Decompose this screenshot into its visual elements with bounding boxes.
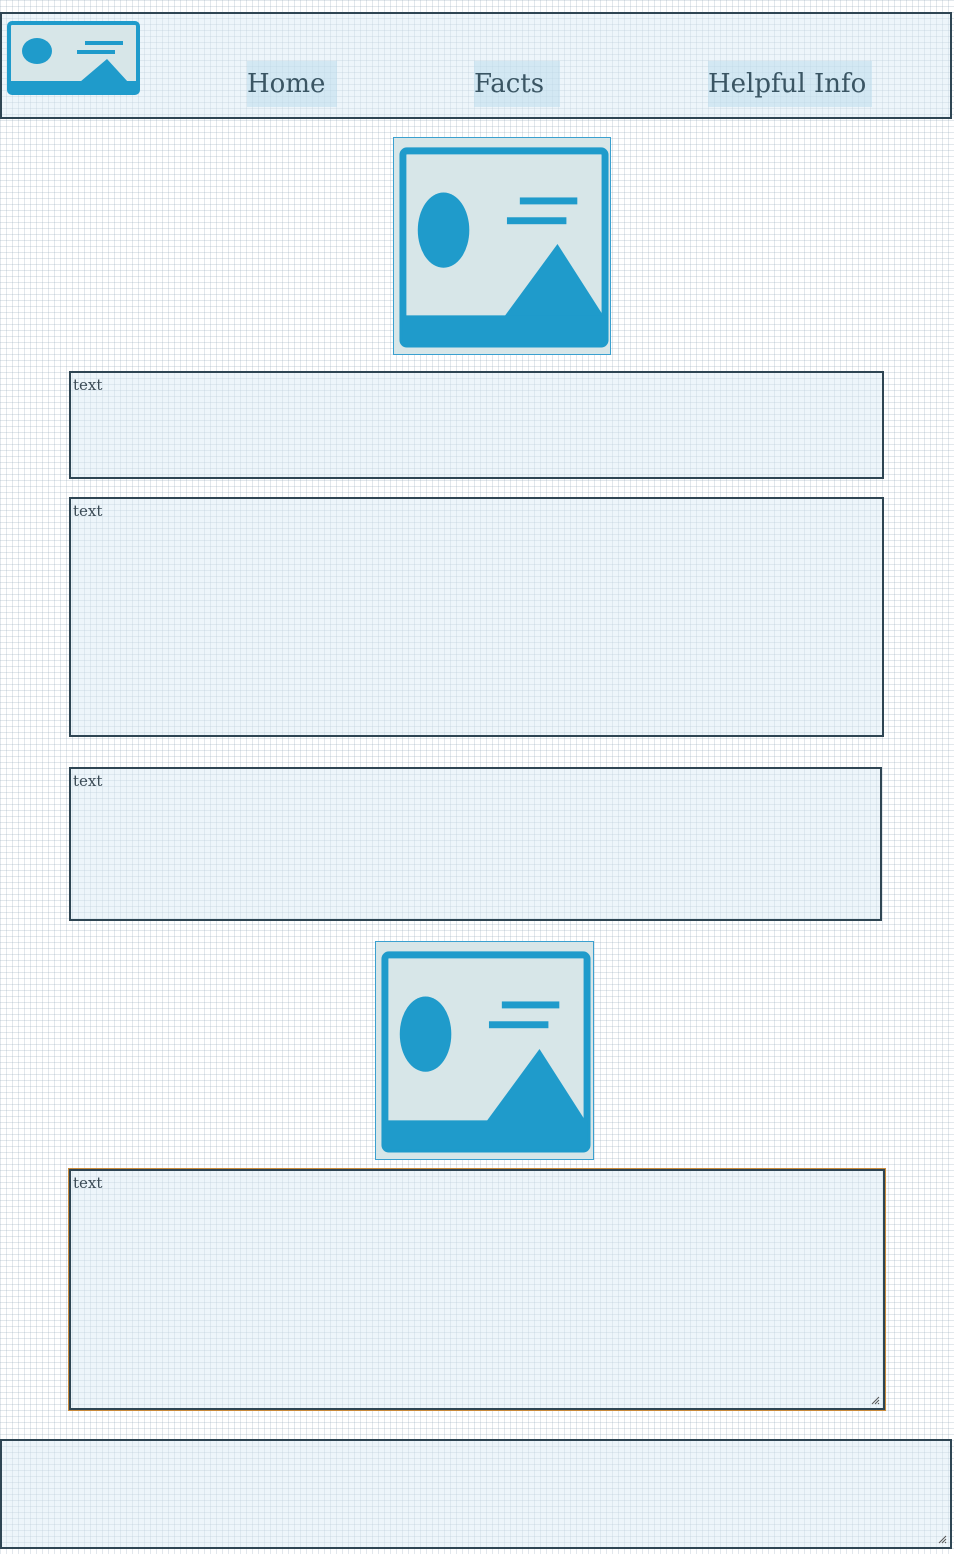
site-footer [0,1439,952,1549]
text-box-3-content: text [73,772,103,790]
resize-handle-icon[interactable] [870,1395,880,1405]
nav-helpful-info[interactable]: Helpful Info [708,61,872,107]
content-image-icon [375,941,594,1160]
text-area[interactable]: text [69,1169,885,1410]
text-box-2[interactable]: text [69,497,884,737]
hero-image-icon [393,137,611,355]
resize-handle-icon[interactable] [937,1534,947,1544]
nav-home[interactable]: Home [247,61,337,107]
text-area-content: text [73,1174,103,1192]
site-header: Home Facts Helpful Info [0,12,952,119]
text-box-3[interactable]: text [69,767,882,921]
text-box-1-content: text [73,376,103,394]
nav-facts[interactable]: Facts [474,61,560,107]
text-box-2-content: text [73,502,103,520]
logo-image-icon[interactable] [7,21,140,95]
text-box-1[interactable]: text [69,371,884,479]
